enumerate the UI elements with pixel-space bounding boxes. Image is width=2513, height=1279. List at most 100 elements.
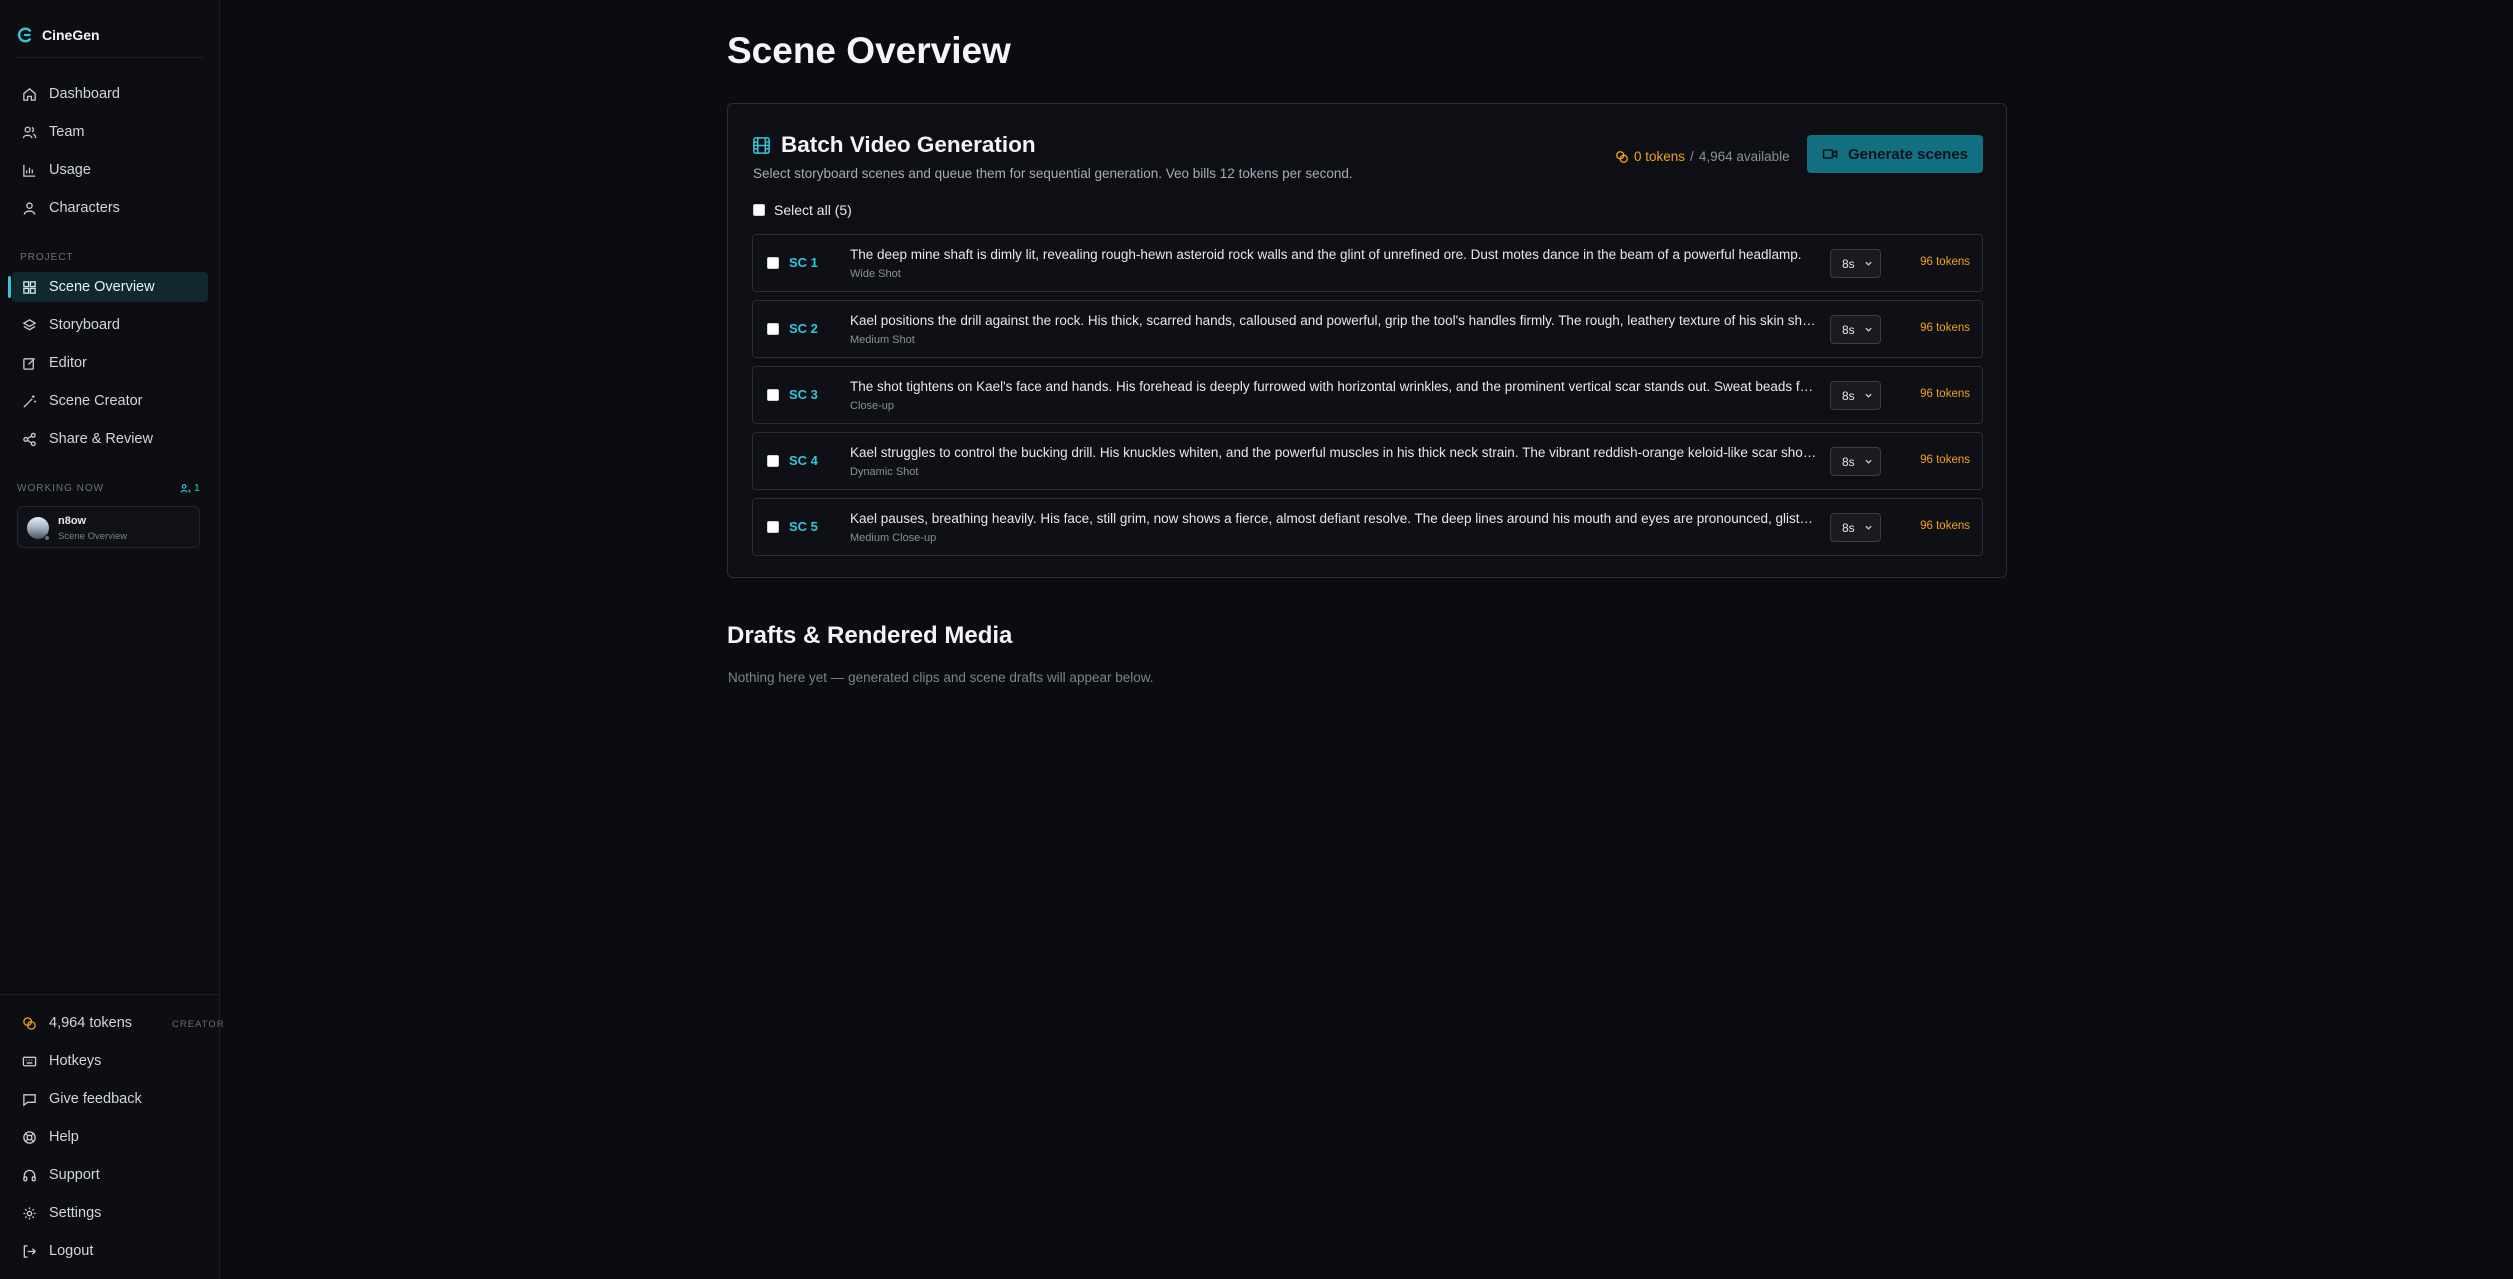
panel-subtitle: Select storyboard scenes and queue them … xyxy=(753,166,1353,181)
nav-item-editor[interactable]: Editor xyxy=(12,348,208,378)
separator: / xyxy=(1690,149,1694,164)
generate-scenes-label: Generate scenes xyxy=(1847,145,1969,163)
nav-item-characters[interactable]: Characters xyxy=(12,193,208,223)
scene-description: Kael positions the drill against the roc… xyxy=(850,313,1820,328)
user-presence-card[interactable]: n8ow Scene Overview xyxy=(17,506,200,548)
working-count: 1 xyxy=(180,482,200,494)
scene-token-cost: 96 tokens xyxy=(1920,454,1970,466)
nav-item-logout[interactable]: Logout xyxy=(12,1236,208,1266)
scene-row[interactable]: SC 4 Kael struggles to control the bucki… xyxy=(752,432,1983,490)
headphones-icon xyxy=(23,1169,36,1181)
scene-token-cost: 96 tokens xyxy=(1920,520,1970,532)
brand[interactable]: CineGen xyxy=(16,26,100,44)
duration-select[interactable]: 8s xyxy=(1830,249,1881,278)
duration-select[interactable]: 8s xyxy=(1830,513,1881,542)
chevron-down-icon xyxy=(1865,459,1872,464)
duration-value: 8s xyxy=(1842,322,1855,337)
scene-shot-type: Dynamic Shot xyxy=(850,466,919,478)
scene-checkbox[interactable] xyxy=(767,389,779,401)
duration-value: 8s xyxy=(1842,388,1855,403)
duration-value: 8s xyxy=(1842,520,1855,535)
drafts-empty-state: Nothing here yet — generated clips and s… xyxy=(728,670,1154,685)
nav-label: Logout xyxy=(49,1243,94,1259)
scene-token-cost: 96 tokens xyxy=(1920,322,1970,334)
scene-checkbox[interactable] xyxy=(767,323,779,335)
chevron-down-icon xyxy=(1865,525,1872,530)
scene-row[interactable]: SC 2 Kael positions the drill against th… xyxy=(752,300,1983,358)
scene-row[interactable]: SC 5 Kael pauses, breathing heavily. His… xyxy=(752,498,1983,556)
nav-label: Support xyxy=(49,1167,100,1183)
nav-label: Give feedback xyxy=(49,1091,142,1107)
scene-shot-type: Close-up xyxy=(850,400,895,412)
scene-id: SC 1 xyxy=(789,255,818,270)
nav-label: Help xyxy=(49,1129,79,1145)
nav-label: Team xyxy=(49,124,85,140)
nav-label: Share & Review xyxy=(49,431,153,447)
home-icon xyxy=(23,87,36,101)
scene-description: The deep mine shaft is dimly lit, reveal… xyxy=(850,247,1802,262)
chevron-down-icon xyxy=(1865,327,1872,332)
scene-shot-type: Wide Shot xyxy=(850,268,901,280)
select-all[interactable]: Select all (5) xyxy=(753,202,852,218)
users-icon xyxy=(180,483,191,493)
nav-label: Editor xyxy=(49,355,87,371)
selected-tokens: 0 tokens xyxy=(1634,149,1686,164)
app-name: CineGen xyxy=(42,27,100,43)
nav-item-scene-creator[interactable]: Scene Creator xyxy=(12,386,208,416)
divider xyxy=(16,57,203,58)
nav-item-storyboard[interactable]: Storyboard xyxy=(12,310,208,340)
scene-token-cost: 96 tokens xyxy=(1920,388,1970,400)
chevron-down-icon xyxy=(1865,393,1872,398)
nav-item-share-review[interactable]: Share & Review xyxy=(12,424,208,454)
scene-row[interactable]: SC 1 The deep mine shaft is dimly lit, r… xyxy=(752,234,1983,292)
nav-item-dashboard[interactable]: Dashboard xyxy=(12,79,208,109)
nav-label: Storyboard xyxy=(49,317,120,333)
nav-item-give-feedback[interactable]: Give feedback xyxy=(12,1084,208,1114)
nav-label: Scene Creator xyxy=(49,393,143,409)
film-icon xyxy=(753,136,770,154)
nav-item-help[interactable]: Help xyxy=(12,1122,208,1152)
wand-icon xyxy=(23,394,37,408)
scene-checkbox[interactable] xyxy=(767,257,779,269)
scene-description: Kael struggles to control the bucking dr… xyxy=(850,445,1820,460)
sidebar: CineGen Dashboard Team Usage Characters … xyxy=(0,0,224,1279)
scene-description: The shot tightens on Kael's face and han… xyxy=(850,379,1820,394)
available-tokens: 4,964 available xyxy=(1698,149,1790,164)
nav-item-usage[interactable]: Usage xyxy=(12,155,208,185)
nav-item-team[interactable]: Team xyxy=(12,117,208,147)
logout-icon xyxy=(23,1244,37,1258)
duration-select[interactable]: 8s xyxy=(1830,315,1881,344)
bar-chart-icon xyxy=(23,164,36,177)
select-all-checkbox[interactable] xyxy=(753,204,765,216)
edit-icon xyxy=(23,357,36,370)
scene-row[interactable]: SC 3 The shot tightens on Kael's face an… xyxy=(752,366,1983,424)
scene-description: Kael pauses, breathing heavily. His face… xyxy=(850,511,1820,526)
nav-label: Characters xyxy=(49,200,120,216)
nav-label: Dashboard xyxy=(49,86,120,102)
scene-id: SC 3 xyxy=(789,387,818,402)
nav-item-scene-overview[interactable]: Scene Overview xyxy=(8,272,208,302)
nav-item-hotkeys[interactable]: Hotkeys xyxy=(12,1046,208,1076)
nav-item-settings[interactable]: Settings xyxy=(12,1198,208,1228)
panel-title-text: Batch Video Generation xyxy=(781,132,1036,157)
grid-icon xyxy=(23,280,36,294)
user-icon xyxy=(23,201,36,215)
divider xyxy=(0,994,220,995)
generate-scenes-button[interactable]: Generate scenes xyxy=(1807,135,1983,173)
users-icon xyxy=(22,126,37,138)
token-summary: 0 tokens / 4,964 available xyxy=(1615,149,1790,164)
duration-select[interactable]: 8s xyxy=(1830,447,1881,476)
section-label-project: PROJECT xyxy=(20,252,74,263)
nav-label: Hotkeys xyxy=(49,1053,102,1069)
scene-shot-type: Medium Close-up xyxy=(850,532,937,544)
select-all-label: Select all (5) xyxy=(774,202,852,218)
scene-shot-type: Medium Shot xyxy=(850,334,915,346)
cinegen-logo-icon xyxy=(17,27,32,43)
message-icon xyxy=(23,1093,36,1106)
scene-checkbox[interactable] xyxy=(767,521,779,533)
coins-icon xyxy=(1616,150,1628,163)
nav-item-support[interactable]: Support xyxy=(12,1160,208,1190)
scene-checkbox[interactable] xyxy=(767,455,779,467)
duration-select[interactable]: 8s xyxy=(1830,381,1881,410)
user-page: Scene Overview xyxy=(58,531,128,542)
